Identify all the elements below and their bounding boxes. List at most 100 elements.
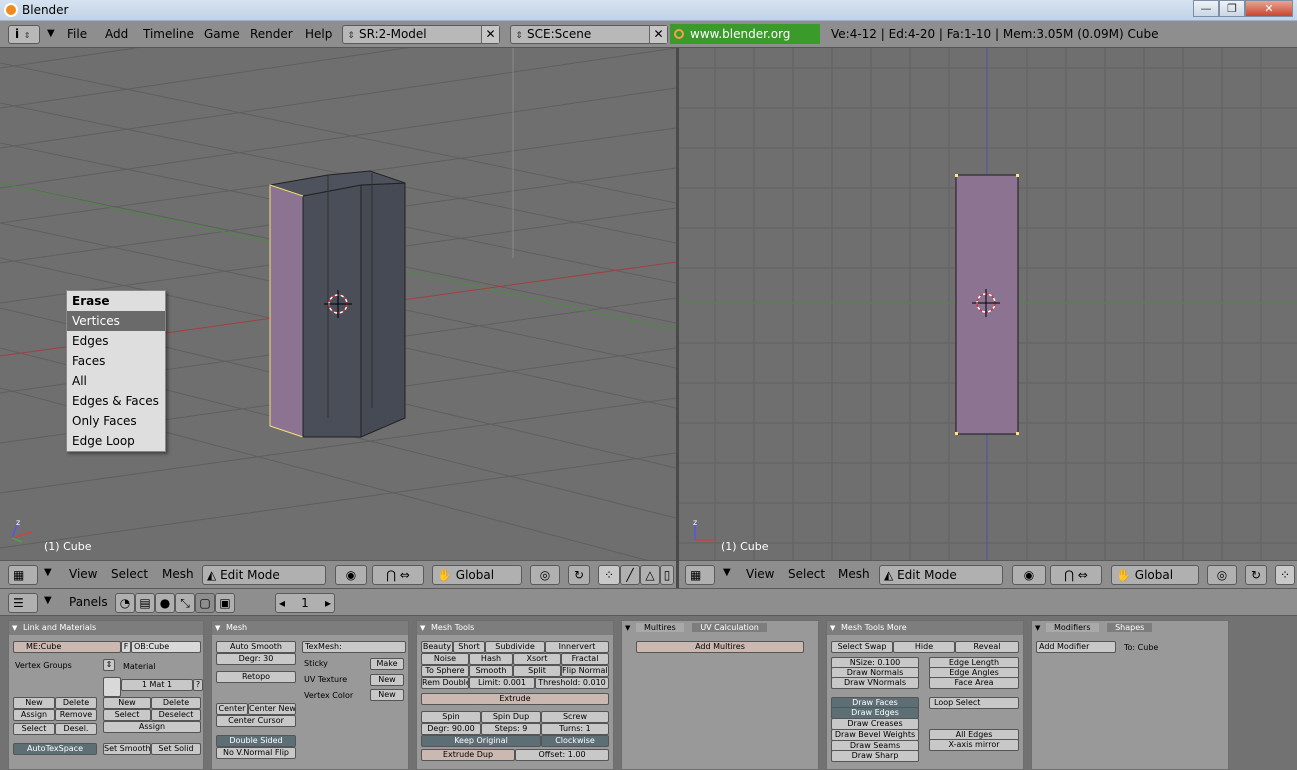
spin-button[interactable]: Spin bbox=[421, 711, 481, 723]
to-sphere-button[interactable]: To Sphere bbox=[421, 665, 469, 677]
object-datablock-field[interactable]: OB:Cube bbox=[131, 641, 201, 653]
proportional-edit-button[interactable]: ◎ bbox=[1207, 565, 1237, 585]
menu-file[interactable]: File bbox=[62, 24, 92, 44]
erase-all-item[interactable]: All bbox=[67, 371, 165, 391]
vgroup-assign-button[interactable]: Assign bbox=[13, 709, 55, 721]
noise-button[interactable]: Noise bbox=[421, 653, 469, 665]
script-tab-button[interactable]: ▤ bbox=[135, 593, 155, 613]
sticky-make-button[interactable]: Make bbox=[370, 658, 404, 670]
auto-smooth-toggle[interactable]: Auto Smooth bbox=[216, 641, 296, 653]
edge-select-button[interactable]: ╱ bbox=[620, 565, 640, 585]
smooth-button[interactable]: Smooth bbox=[469, 665, 513, 677]
collapse-menu-icon[interactable]: ▼ bbox=[44, 567, 52, 578]
short-toggle[interactable]: Short bbox=[453, 641, 485, 653]
maximize-button[interactable]: ❐ bbox=[1219, 0, 1245, 17]
object-tab-button[interactable]: ⤡ bbox=[175, 593, 195, 613]
orientation-selector[interactable]: ✋ Global bbox=[1111, 565, 1199, 585]
viewport-right[interactable]: z (1) Cube bbox=[679, 48, 1297, 560]
vertex-select-button[interactable]: ⁘ bbox=[598, 565, 620, 585]
add-modifier-button[interactable]: Add Modifier bbox=[1036, 641, 1116, 653]
texmesh-field[interactable]: TexMesh: bbox=[302, 641, 406, 653]
spin-degree-field[interactable]: Degr: 90.00 bbox=[421, 723, 481, 735]
snap-button[interactable]: ↻ bbox=[1245, 565, 1267, 585]
vertex-groups-browse[interactable]: ⇕ bbox=[103, 659, 115, 671]
vertex-color-new-button[interactable]: New bbox=[370, 689, 404, 701]
select-swap-button[interactable]: Select Swap bbox=[831, 641, 893, 653]
menu-help[interactable]: Help bbox=[300, 24, 337, 44]
innervert-selector[interactable]: Innervert bbox=[545, 641, 609, 653]
window-type-selector[interactable]: i ⇕ bbox=[8, 25, 40, 44]
mode-selector[interactable]: ◭ Edit Mode bbox=[202, 565, 326, 585]
smooth-degree-field[interactable]: Degr: 30 bbox=[216, 653, 296, 665]
erase-vertices-item[interactable]: Vertices bbox=[67, 311, 165, 331]
extrude-button[interactable]: Extrude bbox=[421, 693, 609, 705]
pivot-selector[interactable]: ⋂ ⇔ bbox=[1050, 565, 1102, 585]
erase-edges-item[interactable]: Edges bbox=[67, 331, 165, 351]
menu-mesh[interactable]: Mesh bbox=[162, 567, 194, 581]
pivot-selector[interactable]: ⋂ ⇔ bbox=[372, 565, 424, 585]
fractal-button[interactable]: Fractal bbox=[561, 653, 609, 665]
split-button[interactable]: Split bbox=[513, 665, 561, 677]
menu-timeline[interactable]: Timeline bbox=[138, 24, 199, 44]
fake-user-button[interactable]: F bbox=[121, 641, 131, 653]
panel-title[interactable]: Link and Materials bbox=[9, 621, 203, 635]
beauty-toggle[interactable]: Beauty bbox=[421, 641, 453, 653]
shading-tab-button[interactable]: ● bbox=[155, 593, 175, 613]
menu-select[interactable]: Select bbox=[111, 567, 148, 581]
flip-normals-button[interactable]: Flip Normals bbox=[561, 665, 609, 677]
face-area-toggle[interactable]: Face Area bbox=[929, 677, 1019, 689]
panel-title[interactable]: Mesh Tools bbox=[417, 621, 613, 635]
loop-select-selector[interactable]: Loop Select bbox=[929, 697, 1019, 709]
uv-texture-new-button[interactable]: New bbox=[370, 674, 404, 686]
hash-button[interactable]: Hash bbox=[469, 653, 513, 665]
spin-dup-button[interactable]: Spin Dup bbox=[481, 711, 541, 723]
draw-vnormals-toggle[interactable]: Draw VNormals bbox=[831, 677, 919, 689]
material-select-button[interactable]: Select bbox=[103, 709, 151, 721]
proportional-edit-button[interactable]: ◎ bbox=[530, 565, 560, 585]
material-assign-button[interactable]: Assign bbox=[103, 721, 201, 733]
menu-mesh[interactable]: Mesh bbox=[838, 567, 870, 581]
keep-original-toggle[interactable]: Keep Original bbox=[421, 735, 541, 747]
minimize-button[interactable]: — bbox=[1193, 0, 1219, 17]
extrude-dup-button[interactable]: Extrude Dup bbox=[421, 749, 515, 761]
erase-edges-faces-item[interactable]: Edges & Faces bbox=[67, 391, 165, 411]
hide-button[interactable]: Hide bbox=[893, 641, 955, 653]
material-delete-button[interactable]: Delete bbox=[151, 697, 201, 709]
editor-type-selector[interactable]: ☰ bbox=[8, 593, 38, 613]
tab-modifiers[interactable]: Modifiers bbox=[1046, 623, 1099, 632]
material-help-button[interactable]: ? bbox=[193, 679, 203, 691]
vgroup-remove-button[interactable]: Remove bbox=[55, 709, 97, 721]
center-button[interactable]: Center bbox=[216, 703, 248, 715]
no-vnormal-flip-toggle[interactable]: No V.Normal Flip bbox=[216, 747, 296, 759]
screen-selector[interactable]: ⇕ SR:2-Model ✕ bbox=[342, 25, 500, 44]
collapse-menu-icon[interactable]: ▼ bbox=[44, 595, 52, 606]
material-color-swatch[interactable] bbox=[103, 677, 121, 697]
menu-game[interactable]: Game bbox=[199, 24, 245, 44]
erase-edge-loop-item[interactable]: Edge Loop bbox=[67, 431, 165, 451]
extrude-offset-field[interactable]: Offset: 1.00 bbox=[515, 749, 609, 761]
draw-sharp-toggle[interactable]: Draw Sharp bbox=[831, 750, 919, 762]
scene-selector[interactable]: ⇕ SCE:Scene ✕ bbox=[510, 25, 668, 44]
orientation-selector[interactable]: ✋ Global bbox=[432, 565, 522, 585]
scene-tab-button[interactable]: ▣ bbox=[215, 593, 235, 613]
erase-only-faces-item[interactable]: Only Faces bbox=[67, 411, 165, 431]
occlude-button[interactable]: ▯ bbox=[660, 565, 674, 585]
draw-type-selector[interactable]: ◉ bbox=[335, 565, 367, 585]
add-multires-button[interactable]: Add Multires bbox=[636, 641, 804, 653]
limit-field[interactable]: Limit: 0.001 bbox=[469, 677, 535, 689]
delete-screen-button[interactable]: ✕ bbox=[481, 26, 499, 43]
panel-title[interactable]: Mesh Tools More bbox=[827, 621, 1023, 635]
collapse-menu-icon[interactable]: ▼ bbox=[42, 24, 60, 44]
menu-view[interactable]: View bbox=[69, 567, 97, 581]
xaxis-mirror-toggle[interactable]: X-axis mirror bbox=[929, 739, 1019, 751]
set-smooth-button[interactable]: Set Smooth bbox=[103, 743, 151, 755]
screw-button[interactable]: Screw bbox=[541, 711, 609, 723]
clockwise-toggle[interactable]: Clockwise bbox=[541, 735, 609, 747]
editing-tab-button[interactable]: ▢ bbox=[195, 593, 215, 613]
double-sided-toggle[interactable]: Double Sided bbox=[216, 735, 296, 747]
delete-scene-button[interactable]: ✕ bbox=[649, 26, 667, 43]
menu-add[interactable]: Add bbox=[100, 24, 133, 44]
material-deselect-button[interactable]: Deselect bbox=[151, 709, 201, 721]
draw-type-selector[interactable]: ◉ bbox=[1012, 565, 1046, 585]
vertex-select-button[interactable]: ⁘ bbox=[1275, 565, 1295, 585]
